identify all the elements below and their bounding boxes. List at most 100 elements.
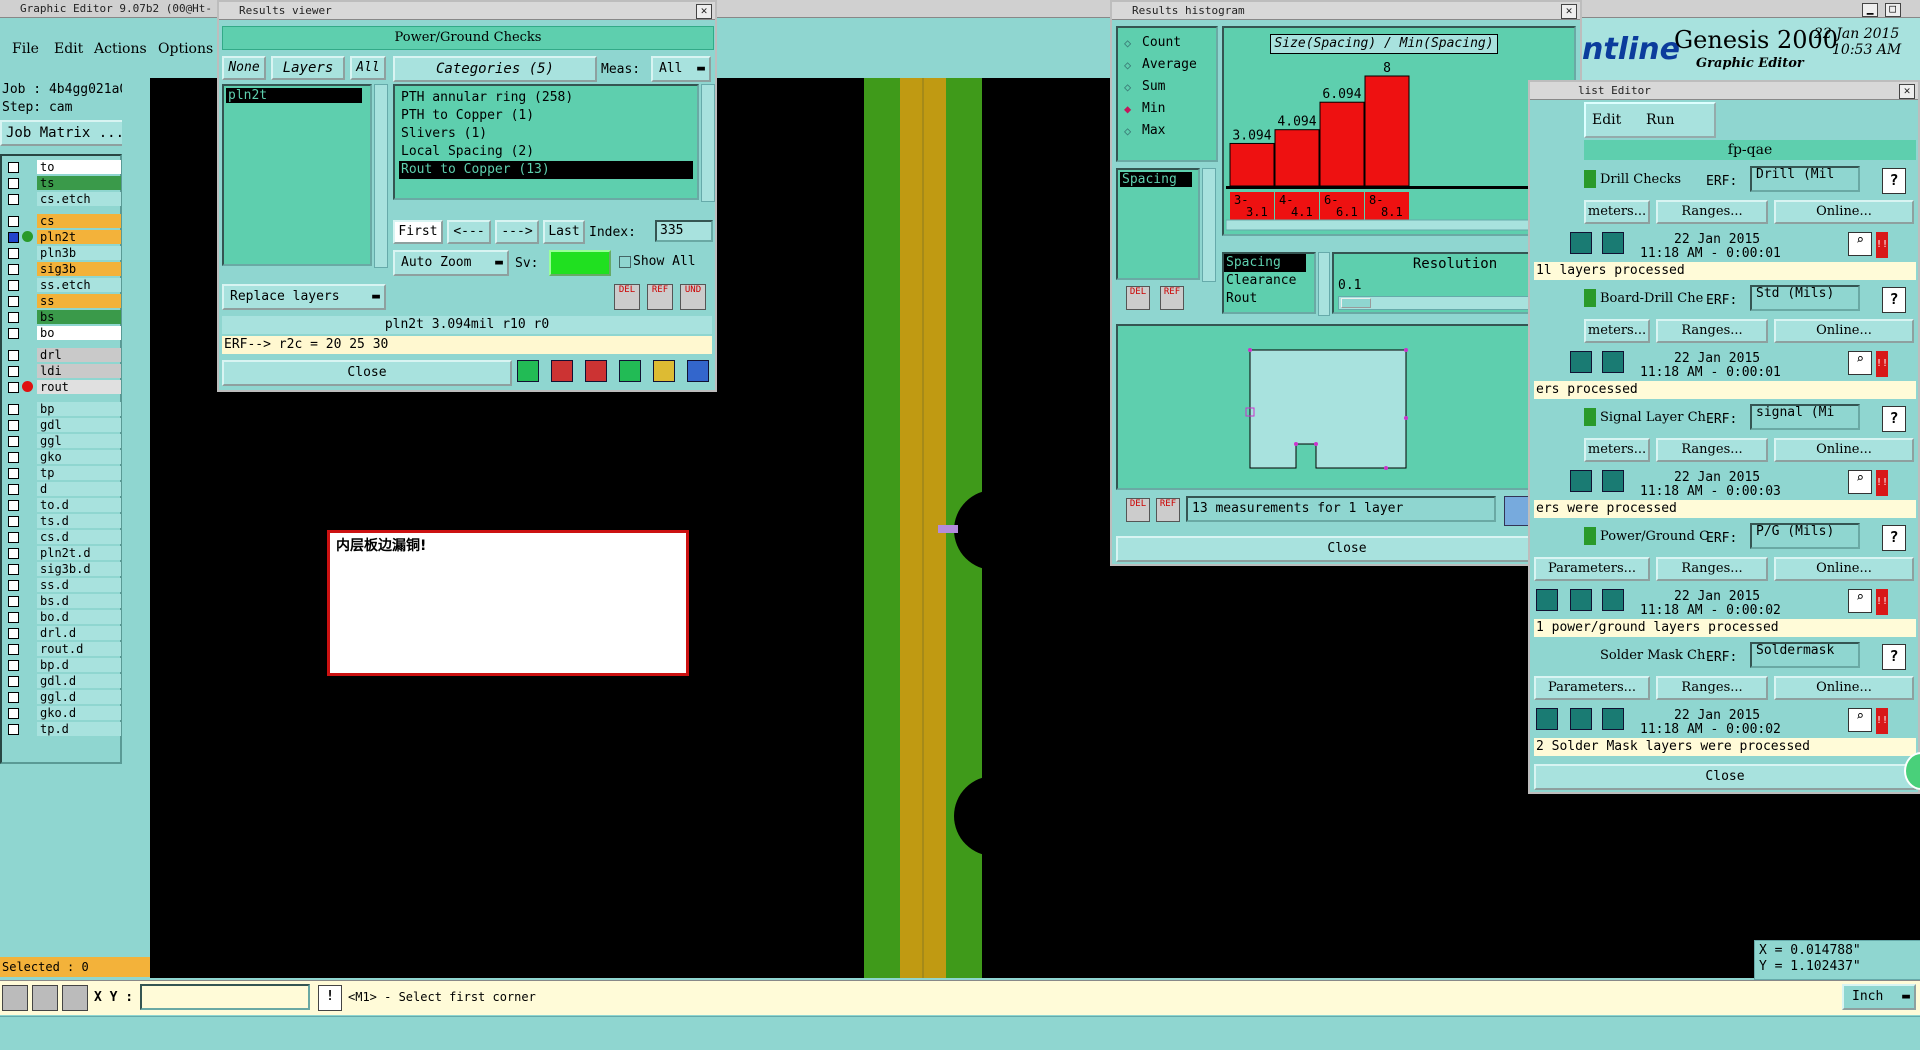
histogram-list1-item[interactable]: Spacing bbox=[1120, 172, 1192, 187]
layer-row-sig3b-d[interactable]: sig3b.d bbox=[4, 562, 122, 576]
last-button[interactable]: Last bbox=[543, 220, 585, 244]
none-button[interactable]: None bbox=[222, 56, 266, 80]
layer-checkbox[interactable] bbox=[8, 516, 19, 527]
layer-row-gko-d[interactable]: gko.d bbox=[4, 706, 122, 720]
layer-checkbox[interactable] bbox=[8, 264, 19, 275]
layer-checkbox[interactable] bbox=[8, 350, 19, 361]
run-icon[interactable] bbox=[1570, 232, 1592, 254]
checklist-close-icon[interactable]: ✕ bbox=[1899, 84, 1915, 99]
histogram-close-button[interactable]: Close bbox=[1116, 536, 1578, 562]
preview-del-icon[interactable]: DEL bbox=[1126, 498, 1150, 522]
category-item[interactable]: PTH annular ring (258) bbox=[399, 89, 693, 107]
index-field[interactable]: 335 bbox=[655, 220, 713, 242]
layer-row-ldi[interactable]: ldi bbox=[4, 364, 122, 378]
xy-input[interactable] bbox=[140, 984, 310, 1010]
layer-checkbox[interactable] bbox=[8, 532, 19, 543]
select-icon[interactable] bbox=[551, 360, 573, 382]
layer-checkbox[interactable] bbox=[8, 500, 19, 511]
units-dropdown[interactable]: Inch ▬ bbox=[1842, 984, 1916, 1010]
histogram-list1-scrollbar[interactable] bbox=[1202, 168, 1216, 282]
help-icon[interactable]: ? bbox=[1882, 406, 1906, 432]
check-erf-field[interactable]: Std (Mils) bbox=[1750, 285, 1860, 311]
ref-icon[interactable]: REF bbox=[647, 284, 673, 310]
replace-layers-dropdown[interactable]: Replace layers ▬ bbox=[222, 284, 386, 310]
layer-row-bo-d[interactable]: bo.d bbox=[4, 610, 122, 624]
layer-row-ggl-d[interactable]: ggl.d bbox=[4, 690, 122, 704]
layer-row-ss-etch[interactable]: ss.etch bbox=[4, 278, 122, 292]
parameters-button[interactable]: meters... bbox=[1584, 319, 1650, 343]
delete-icon[interactable] bbox=[585, 360, 607, 382]
histogram-scrollbar[interactable] bbox=[1226, 219, 1574, 231]
parameters-button[interactable]: meters... bbox=[1584, 200, 1650, 224]
undo-icon[interactable]: UND bbox=[680, 284, 706, 310]
alert-icon[interactable]: !! bbox=[1876, 589, 1888, 615]
run-icon[interactable] bbox=[1570, 351, 1592, 373]
layer-row-ss[interactable]: ⌀ss bbox=[4, 294, 122, 308]
check-erf-field[interactable]: Drill (Mil bbox=[1750, 166, 1860, 192]
measure-icon[interactable] bbox=[619, 360, 641, 382]
layer-checkbox[interactable] bbox=[8, 692, 19, 703]
layer-checkbox[interactable] bbox=[8, 644, 19, 655]
run-icon[interactable] bbox=[1602, 470, 1624, 492]
layer-row-d[interactable]: d bbox=[4, 482, 122, 496]
report-icon[interactable] bbox=[653, 360, 675, 382]
maximize-icon[interactable]: □ bbox=[1884, 3, 1901, 17]
histogram-bar[interactable] bbox=[1274, 129, 1320, 187]
histogram-ref-icon[interactable]: REF bbox=[1160, 286, 1184, 310]
histogram-list2-scrollbar[interactable] bbox=[1318, 252, 1330, 316]
menu-file[interactable]: File bbox=[12, 41, 39, 57]
histogram-list2-item[interactable]: Spacing bbox=[1224, 254, 1306, 272]
layer-row-ss-d[interactable]: ⌀ss.d bbox=[4, 578, 122, 592]
run-icon[interactable] bbox=[1570, 589, 1592, 611]
layer-checkbox[interactable] bbox=[8, 312, 19, 323]
check-name[interactable]: Solder Mask Ch bbox=[1600, 648, 1705, 663]
layer-checkbox[interactable] bbox=[8, 296, 19, 307]
zoom-icon[interactable]: ⌕ bbox=[1848, 470, 1872, 494]
histogram-icon[interactable] bbox=[687, 360, 709, 382]
category-scrollbar[interactable] bbox=[701, 84, 715, 202]
layer-row-gdl[interactable]: ⌀gdl bbox=[4, 418, 122, 432]
auto-zoom-dropdown[interactable]: Auto Zoom ▬ bbox=[393, 250, 509, 276]
first-button[interactable]: First bbox=[393, 220, 443, 244]
category-item[interactable]: Slivers (1) bbox=[399, 125, 693, 143]
del-icon[interactable]: DEL bbox=[614, 284, 640, 310]
layer-row-cs-etch[interactable]: cs.etch bbox=[4, 192, 122, 206]
mode-radio-sum[interactable]: ◇ Sum bbox=[1122, 76, 1212, 98]
layer-row-rout[interactable]: rout bbox=[4, 380, 122, 394]
histogram-bar[interactable] bbox=[1229, 142, 1275, 187]
layer-row-rout-d[interactable]: rout.d bbox=[4, 642, 122, 656]
sv-color-dropdown[interactable] bbox=[549, 250, 611, 276]
ranges-button[interactable]: Ranges... bbox=[1656, 557, 1768, 581]
layer-checkbox[interactable] bbox=[8, 280, 19, 291]
select-tool-icon[interactable] bbox=[2, 985, 28, 1011]
histogram-del-icon[interactable]: DEL bbox=[1126, 286, 1150, 310]
layer-checkbox[interactable] bbox=[8, 484, 19, 495]
ranges-button[interactable]: Ranges... bbox=[1656, 438, 1768, 462]
zoom-icon[interactable]: ⌕ bbox=[1848, 351, 1872, 375]
histogram-close-icon[interactable]: ✕ bbox=[1561, 4, 1577, 19]
grid-tool-icon[interactable] bbox=[62, 985, 88, 1011]
layer-checkbox[interactable] bbox=[8, 564, 19, 575]
resolution-slider-thumb[interactable] bbox=[1341, 298, 1371, 308]
online-button[interactable]: Online... bbox=[1774, 438, 1914, 462]
category-item[interactable]: Local Spacing (2) bbox=[399, 143, 693, 161]
online-button[interactable]: Online... bbox=[1774, 200, 1914, 224]
online-button[interactable]: Online... bbox=[1774, 557, 1914, 581]
layer-row-ts[interactable]: ⌀ts bbox=[4, 176, 122, 190]
ranges-button[interactable]: Ranges... bbox=[1656, 319, 1768, 343]
run-icon[interactable] bbox=[1570, 708, 1592, 730]
layer-checkbox[interactable] bbox=[8, 468, 19, 479]
layer-checkbox[interactable] bbox=[8, 676, 19, 687]
layer-checkbox[interactable] bbox=[8, 612, 19, 623]
prev-button[interactable]: <--- bbox=[447, 220, 491, 244]
ranges-button[interactable]: Ranges... bbox=[1656, 200, 1768, 224]
layer-row-tp[interactable]: tp bbox=[4, 466, 122, 480]
layer-checkbox[interactable] bbox=[8, 178, 19, 189]
layer-checkbox[interactable] bbox=[8, 628, 19, 639]
layer-row-cs-d[interactable]: ⌀cs.d bbox=[4, 530, 122, 544]
layer-row-drl[interactable]: drl bbox=[4, 348, 122, 362]
category-item[interactable]: PTH to Copper (1) bbox=[399, 107, 693, 125]
info-icon[interactable]: ! bbox=[318, 985, 342, 1011]
layer-row-bp-d[interactable]: bp.d bbox=[4, 658, 122, 672]
show-all-checkbox[interactable] bbox=[619, 256, 631, 268]
